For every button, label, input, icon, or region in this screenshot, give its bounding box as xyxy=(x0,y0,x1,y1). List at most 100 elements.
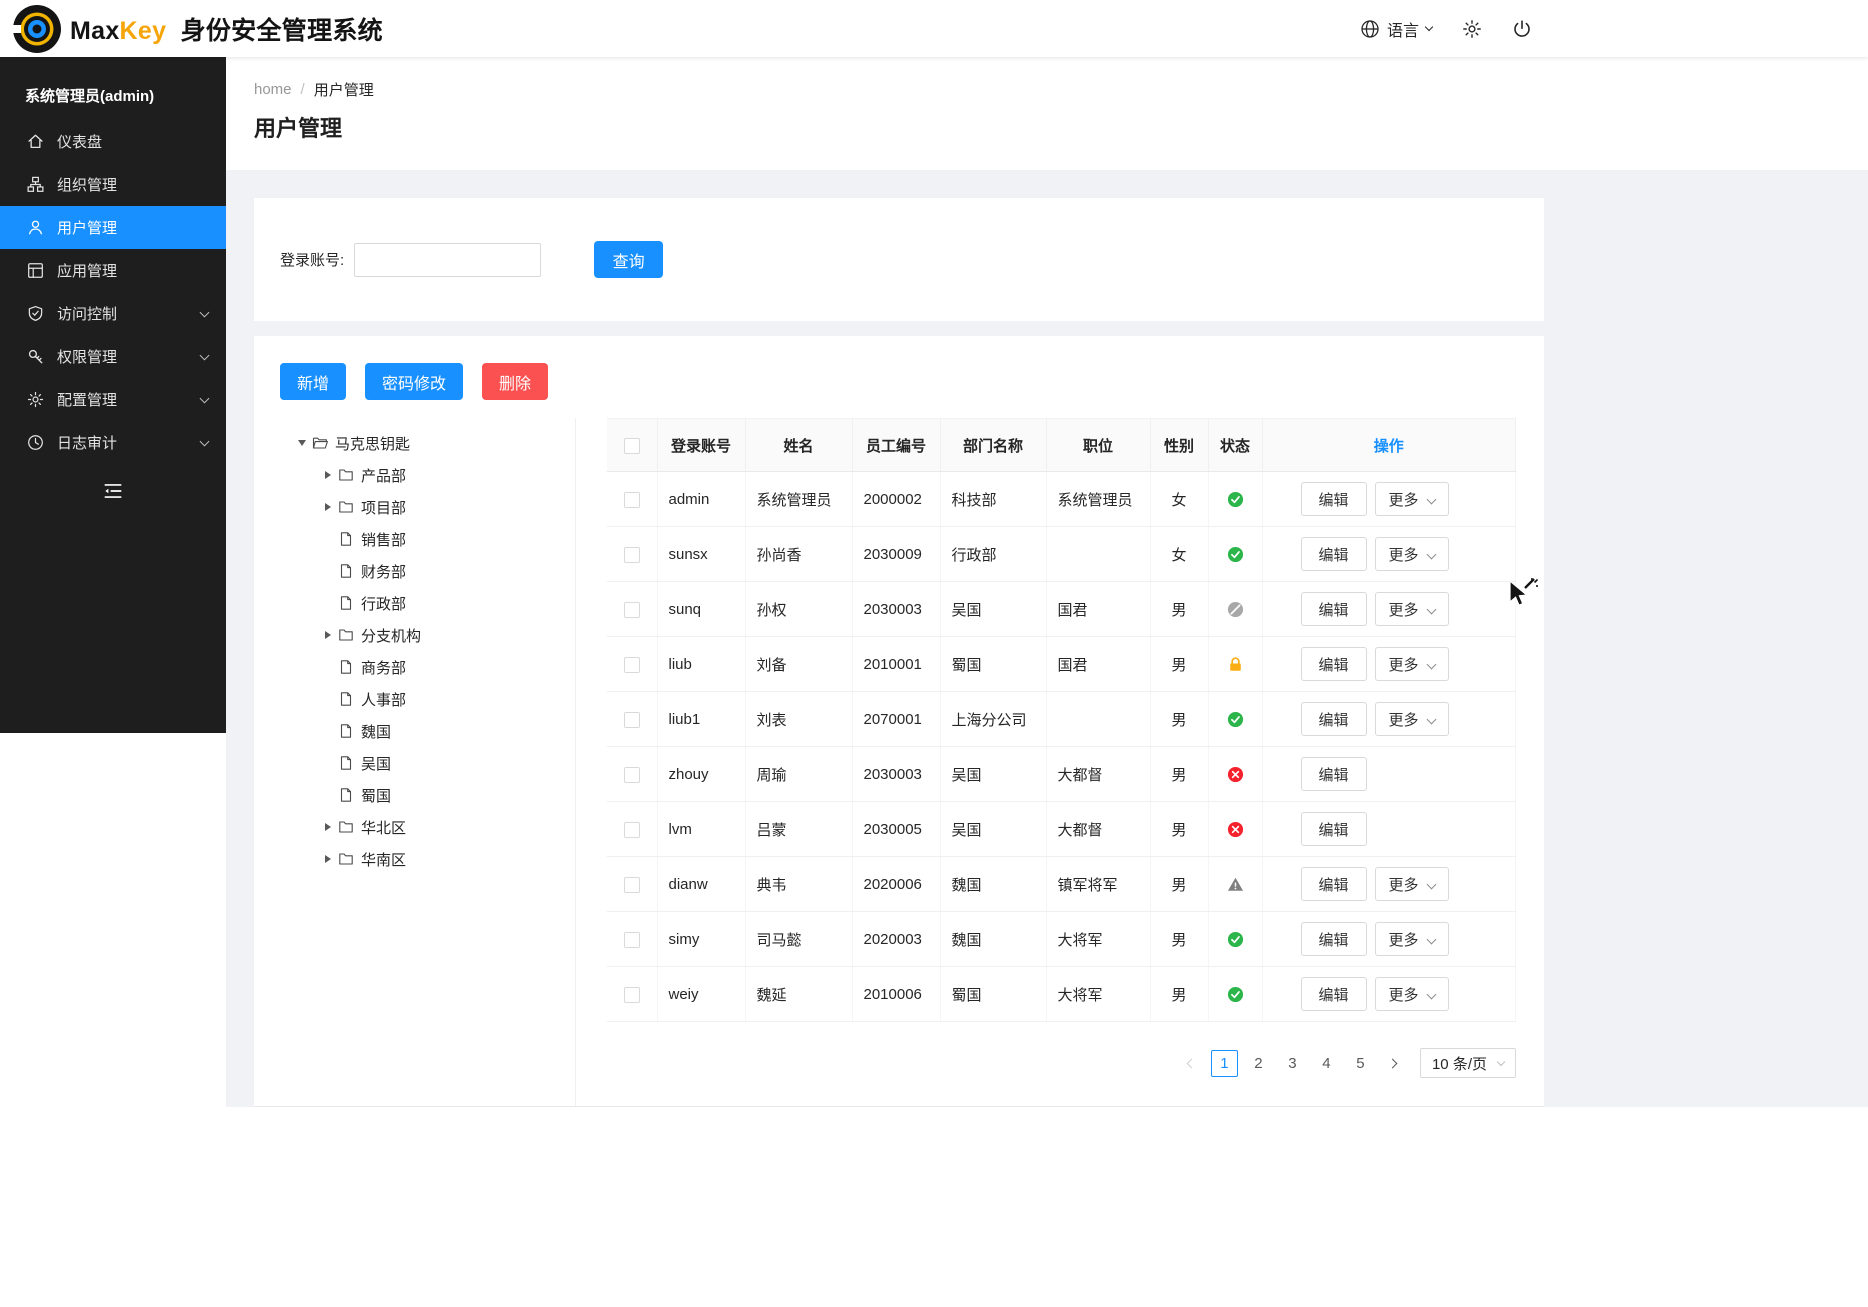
folder-icon xyxy=(338,851,354,867)
more-button[interactable]: 更多 xyxy=(1375,482,1449,516)
page-number-5[interactable]: 5 xyxy=(1347,1050,1374,1077)
row-checkbox[interactable] xyxy=(624,932,640,948)
toolbar: 新增 密码修改 删除 xyxy=(254,363,1544,418)
more-button[interactable]: 更多 xyxy=(1375,647,1449,681)
config-icon xyxy=(27,391,44,408)
table-row: liub1 刘表 2070001 上海分公司 男 编辑更多 xyxy=(607,692,1516,747)
tree-node[interactable]: 华北区 xyxy=(254,811,575,843)
tree-node[interactable]: 销售部 xyxy=(254,523,575,555)
sidebar-item-permission[interactable]: 权限管理 xyxy=(0,335,226,378)
previous-page-button[interactable] xyxy=(1180,1050,1204,1076)
cell-account: liub1 xyxy=(657,692,745,747)
delete-button[interactable]: 删除 xyxy=(482,363,548,400)
more-button[interactable]: 更多 xyxy=(1375,702,1449,736)
select-all-checkbox[interactable] xyxy=(624,438,640,454)
row-checkbox[interactable] xyxy=(624,492,640,508)
login-account-label: 登录账号: xyxy=(280,249,344,270)
cell-gender: 男 xyxy=(1150,637,1208,692)
tree-node[interactable]: 人事部 xyxy=(254,683,575,715)
row-checkbox[interactable] xyxy=(624,712,640,728)
logout-icon[interactable] xyxy=(1512,19,1532,39)
status-inactive-icon xyxy=(1227,766,1244,783)
row-checkbox[interactable] xyxy=(624,822,640,838)
settings-gear-icon[interactable] xyxy=(1462,19,1482,39)
cell-status xyxy=(1208,912,1262,967)
edit-button[interactable]: 编辑 xyxy=(1301,922,1367,956)
more-button[interactable]: 更多 xyxy=(1375,977,1449,1011)
tree-node[interactable]: 商务部 xyxy=(254,651,575,683)
login-account-input[interactable] xyxy=(354,243,541,277)
department-tree: 马克思钥匙 产品部 项目部 销售部 财务部 行政部 分支机构 商务部 人事部 魏… xyxy=(254,418,576,1106)
content-region: home / 用户管理 用户管理 登录账号: 查询 新增 密码修改 删除 xyxy=(226,57,1868,1107)
row-checkbox[interactable] xyxy=(624,987,640,1003)
page-number-3[interactable]: 3 xyxy=(1279,1050,1306,1077)
sidebar-item-access[interactable]: 访问控制 xyxy=(0,292,226,335)
cell-gender: 男 xyxy=(1150,802,1208,857)
tree-node[interactable]: 马克思钥匙 xyxy=(254,427,575,459)
user-table: 登录账号姓名员工编号部门名称职位性别状态操作 admin 系统管理员 20000… xyxy=(607,418,1516,1022)
tree-node[interactable]: 吴国 xyxy=(254,747,575,779)
edit-button[interactable]: 编辑 xyxy=(1301,647,1367,681)
breadcrumb: home / 用户管理 xyxy=(254,79,1868,100)
table-row: lvm 吕蒙 2030005 吴国 大都督 男 编辑 xyxy=(607,802,1516,857)
add-button[interactable]: 新增 xyxy=(280,363,346,400)
tree-node[interactable]: 华南区 xyxy=(254,843,575,875)
more-button[interactable]: 更多 xyxy=(1375,922,1449,956)
language-switcher[interactable]: 语言 xyxy=(1360,17,1432,41)
cell-gender: 男 xyxy=(1150,582,1208,637)
edit-button[interactable]: 编辑 xyxy=(1301,867,1367,901)
next-page-button[interactable] xyxy=(1381,1050,1405,1076)
row-checkbox[interactable] xyxy=(624,657,640,673)
edit-button[interactable]: 编辑 xyxy=(1301,977,1367,1011)
edit-button[interactable]: 编辑 xyxy=(1301,702,1367,736)
tree-node[interactable]: 蜀国 xyxy=(254,779,575,811)
chevron-down-icon xyxy=(1425,23,1433,31)
cell-employee-no: 2000002 xyxy=(852,472,940,527)
breadcrumb-home-link[interactable]: home xyxy=(254,81,292,98)
table-header-row: 登录账号姓名员工编号部门名称职位性别状态操作 xyxy=(607,419,1516,472)
tree-node[interactable]: 项目部 xyxy=(254,491,575,523)
edit-button[interactable]: 编辑 xyxy=(1301,482,1367,516)
more-button[interactable]: 更多 xyxy=(1375,867,1449,901)
page-number-4[interactable]: 4 xyxy=(1313,1050,1340,1077)
edit-button[interactable]: 编辑 xyxy=(1301,537,1367,571)
cell-name: 刘表 xyxy=(745,692,852,747)
edit-button[interactable]: 编辑 xyxy=(1301,592,1367,626)
change-password-button[interactable]: 密码修改 xyxy=(365,363,463,400)
cell-employee-no: 2010001 xyxy=(852,637,940,692)
row-checkbox[interactable] xyxy=(624,767,640,783)
sidebar-item-users[interactable]: 用户管理 xyxy=(0,206,226,249)
page-number-2[interactable]: 2 xyxy=(1245,1050,1272,1077)
more-button[interactable]: 更多 xyxy=(1375,592,1449,626)
chevron-down-icon xyxy=(200,436,210,446)
edit-button[interactable]: 编辑 xyxy=(1301,757,1367,791)
sidebar-item-dashboard[interactable]: 仪表盘 xyxy=(0,120,226,163)
column-header-7[interactable]: 操作 xyxy=(1262,419,1516,472)
sidebar-item-audit[interactable]: 日志审计 xyxy=(0,421,226,464)
tree-node[interactable]: 魏国 xyxy=(254,715,575,747)
page-number-1[interactable]: 1 xyxy=(1211,1050,1238,1077)
row-checkbox[interactable] xyxy=(624,602,640,618)
caret-right-icon xyxy=(320,499,336,515)
cell-position: 大将军 xyxy=(1046,912,1150,967)
sidebar-item-apps[interactable]: 应用管理 xyxy=(0,249,226,292)
sidebar-item-org[interactable]: 组织管理 xyxy=(0,163,226,206)
select-all-cell xyxy=(607,419,657,472)
row-checkbox[interactable] xyxy=(624,877,640,893)
tree-node[interactable]: 产品部 xyxy=(254,459,575,491)
cell-employee-no: 2070001 xyxy=(852,692,940,747)
query-button[interactable]: 查询 xyxy=(594,241,663,278)
row-checkbox[interactable] xyxy=(624,547,640,563)
more-button[interactable]: 更多 xyxy=(1375,537,1449,571)
tree-node[interactable]: 行政部 xyxy=(254,587,575,619)
cell-name: 系统管理员 xyxy=(745,472,852,527)
column-header-5: 性别 xyxy=(1150,419,1208,472)
menu-collapse-icon[interactable] xyxy=(102,480,124,502)
edit-button[interactable]: 编辑 xyxy=(1301,812,1367,846)
caret-right-icon xyxy=(320,819,336,835)
file-icon xyxy=(338,659,354,675)
tree-node[interactable]: 分支机构 xyxy=(254,619,575,651)
page-size-select[interactable]: 10 条/页 xyxy=(1420,1048,1516,1078)
tree-node[interactable]: 财务部 xyxy=(254,555,575,587)
sidebar-item-config[interactable]: 配置管理 xyxy=(0,378,226,421)
